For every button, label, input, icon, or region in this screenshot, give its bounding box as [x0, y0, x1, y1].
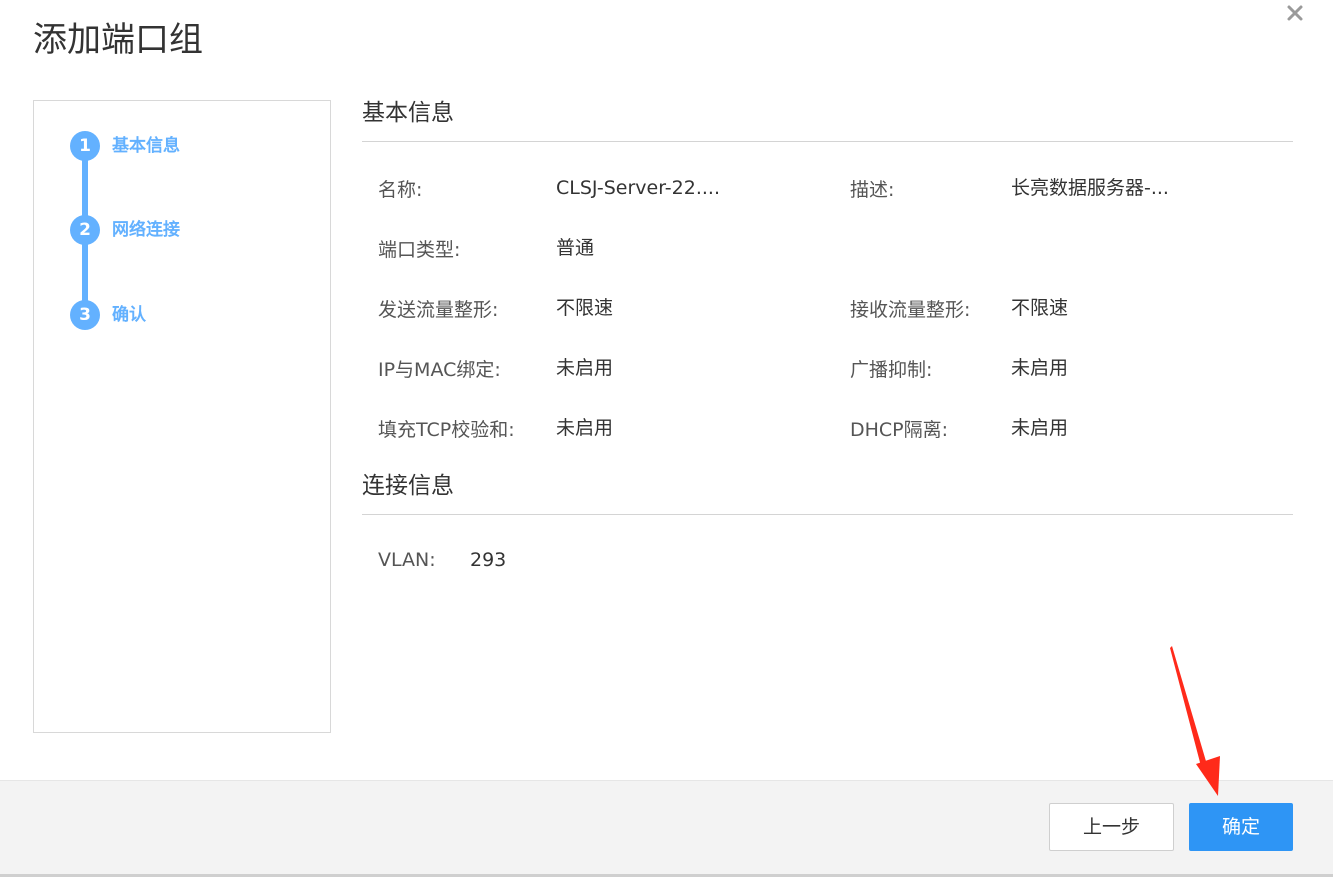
vlan-value: 293 [470, 549, 507, 571]
name-label: 名称: [378, 179, 423, 201]
dhcp-isolation-value: 未启用 [1011, 417, 1069, 439]
broadcast-suppression-label: 广播抑制: [850, 359, 933, 381]
tcp-checksum-value: 未启用 [556, 417, 614, 439]
step-number-badge: 2 [70, 215, 100, 245]
vlan-label: VLAN: [378, 549, 436, 571]
dialog-title: 添加端口组 [33, 20, 203, 60]
recv-shaping-value: 不限速 [1011, 297, 1069, 319]
tcp-checksum-label: 填充TCP校验和: [378, 419, 515, 441]
step-label: 基本信息 [112, 136, 180, 156]
close-icon[interactable] [1284, 2, 1306, 24]
description-value: 长亮数据服务器-... [1011, 177, 1169, 199]
step-number-badge: 3 [70, 300, 100, 330]
section-divider [362, 514, 1293, 515]
recv-shaping-label: 接收流量整形: [850, 299, 971, 321]
step-label: 网络连接 [112, 220, 180, 240]
send-shaping-value: 不限速 [556, 297, 614, 319]
section-title-connection-info: 连接信息 [362, 473, 454, 499]
send-shaping-label: 发送流量整形: [378, 299, 499, 321]
broadcast-suppression-value: 未启用 [1011, 357, 1069, 379]
step-label: 确认 [112, 305, 146, 325]
annotation-arrow-icon [1170, 646, 1220, 796]
name-value: CLSJ-Server-22.... [556, 177, 720, 199]
description-label: 描述: [850, 179, 895, 201]
dhcp-isolation-label: DHCP隔离: [850, 419, 949, 441]
previous-step-button[interactable]: 上一步 [1049, 803, 1174, 851]
confirm-button[interactable]: 确定 [1189, 803, 1293, 851]
add-port-group-dialog: 添加端口组 1 基本信息 2 网络连接 3 确认 基本信息 名称: CLSJ-S… [0, 0, 1333, 877]
port-type-label: 端口类型: [378, 239, 461, 261]
section-divider [362, 141, 1293, 142]
ip-mac-binding-label: IP与MAC绑定: [378, 359, 501, 381]
section-title-basic-info: 基本信息 [362, 100, 454, 126]
ip-mac-binding-value: 未启用 [556, 357, 614, 379]
wizard-steps-panel: 1 基本信息 2 网络连接 3 确认 [33, 100, 331, 733]
step-number-badge: 1 [70, 131, 100, 161]
port-type-value: 普通 [556, 237, 595, 259]
